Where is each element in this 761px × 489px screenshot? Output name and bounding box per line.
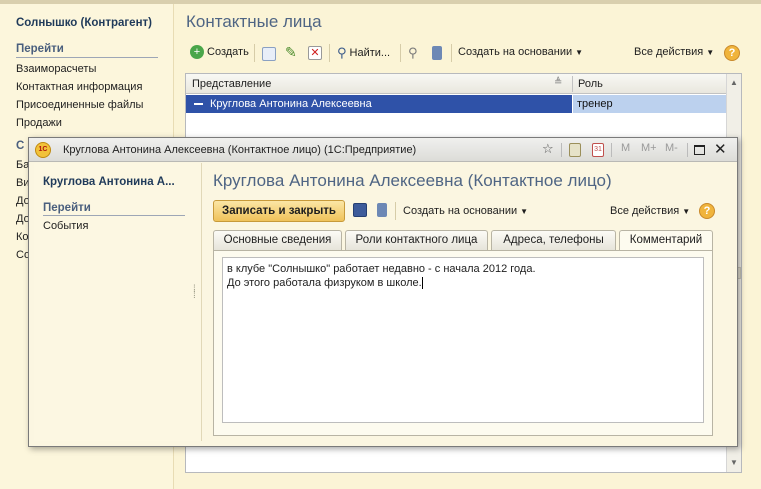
tab-basic-info[interactable]: Основные сведения <box>213 230 342 250</box>
toolbar-divider <box>329 44 330 62</box>
chevron-down-icon: ▼ <box>706 47 715 57</box>
copy-icon[interactable] <box>262 47 276 61</box>
all-actions-button[interactable]: Все действия ▼ <box>634 46 714 58</box>
comment-line: До этого работала физруком в школе. <box>227 276 699 290</box>
memory-button[interactable]: M <box>621 142 630 154</box>
column-header-representation[interactable]: Представление <box>192 78 271 90</box>
help-icon[interactable]: ? <box>699 203 715 219</box>
table-cell-name: Круглова Антонина Алексеевна <box>186 95 572 113</box>
create-based-on-button[interactable]: Создать на основании ▼ <box>403 205 528 217</box>
nav-item-settlements[interactable]: Взаиморасчеты <box>16 63 96 75</box>
app-logo-icon: 1С <box>35 142 51 158</box>
nav-item-attached-files[interactable]: Присоединенные файлы <box>16 99 143 111</box>
comment-line: в клубе "Солнышко" работает недавно - с … <box>227 263 536 275</box>
toolbar-divider <box>400 44 401 62</box>
front-sidebar-title: Круглова Антонина А... <box>43 176 175 188</box>
toolbar-divider <box>395 202 396 220</box>
front-nav-section-divider <box>43 215 185 216</box>
save-and-close-button[interactable]: Записать и закрыть <box>213 200 345 222</box>
back-nav-section-divider <box>16 57 158 58</box>
chevron-down-icon: ▼ <box>682 206 691 216</box>
create-button-label: Создать <box>207 46 249 58</box>
column-header-role[interactable]: Роль <box>578 78 603 90</box>
front-page-title: Круглова Антонина Алексеевна (Контактное… <box>213 171 612 190</box>
comment-line-text: До этого работала физруком в школе. <box>227 277 422 289</box>
create-based-on-label: Создать на основании <box>458 46 573 58</box>
create-based-on-button[interactable]: Создать на основании ▼ <box>458 46 583 58</box>
chevron-down-icon: ▼ <box>575 47 584 57</box>
scroll-up-icon[interactable]: ▲ <box>730 78 738 87</box>
find-button[interactable]: ⚲ Найти... <box>337 45 390 61</box>
tab-contact-roles[interactable]: Роли контактного лица <box>345 230 488 250</box>
all-actions-button[interactable]: Все действия ▼ <box>610 205 690 217</box>
plus-icon: + <box>190 45 204 59</box>
maximize-icon[interactable] <box>694 145 705 155</box>
comment-textarea[interactable]: в клубе "Солнышко" работает недавно - с … <box>222 257 704 423</box>
front-nav-section-title: Перейти <box>43 202 91 214</box>
close-icon[interactable]: ✕ <box>714 140 727 158</box>
nav-item-events[interactable]: События <box>43 220 88 232</box>
window-titlebar[interactable]: 1С Круглова Антонина Алексеевна (Контакт… <box>29 138 737 162</box>
table-cell-role: тренер <box>573 95 726 113</box>
sort-icon[interactable]: ≜ <box>554 77 562 88</box>
all-actions-label: Все действия <box>634 46 704 58</box>
filter-icon[interactable]: ⚲ <box>408 45 418 61</box>
contact-person-window: 1С Круглова Антонина Алексеевна (Контакт… <box>28 137 738 447</box>
create-button[interactable]: + Создать <box>190 45 249 59</box>
column-divider <box>572 76 573 92</box>
back-page-title: Контактные лица <box>186 12 322 31</box>
tab-comment[interactable]: Комментарий <box>619 230 713 251</box>
list-settings-icon[interactable] <box>432 46 442 60</box>
memory-minus-button[interactable]: M- <box>665 142 678 154</box>
titlebar-divider <box>611 143 612 157</box>
resize-grip-icon[interactable]: ⁞ ⁞ <box>193 285 196 301</box>
window-title: Круглова Антонина Алексеевна (Контактное… <box>63 144 417 156</box>
nav-item-sales[interactable]: Продажи <box>16 117 62 129</box>
memory-plus-button[interactable]: M+ <box>641 142 657 154</box>
toolbar-divider <box>451 44 452 62</box>
back-hidden-section-title: С <box>16 140 25 152</box>
calendar-icon[interactable]: 31 <box>592 143 604 157</box>
save-icon[interactable] <box>353 203 367 217</box>
nav-item-hidden-5[interactable]: Ко <box>16 231 29 243</box>
text-cursor <box>421 277 423 290</box>
delete-icon[interactable]: ✕ <box>308 46 322 60</box>
create-based-on-label: Создать на основании <box>403 205 518 217</box>
front-sidebar: Круглова Антонина А... Перейти События ⁞… <box>34 163 202 441</box>
back-sidebar-title: Солнышко (Контрагент) <box>16 17 152 29</box>
find-button-label: Найти... <box>349 47 391 59</box>
chevron-down-icon: ▼ <box>520 206 529 216</box>
titlebar-divider <box>687 143 688 157</box>
calculator-icon[interactable] <box>569 143 581 157</box>
all-actions-label: Все действия <box>610 205 680 217</box>
tab-panel-comment: в клубе "Солнышко" работает недавно - с … <box>213 250 713 436</box>
back-nav-section-title: Перейти <box>16 43 64 55</box>
list-settings-icon[interactable] <box>377 203 387 217</box>
magnifier-icon: ⚲ <box>337 45 347 60</box>
edit-icon[interactable]: ✎ <box>285 44 297 61</box>
table-header: Представление ≜ Роль <box>186 74 741 94</box>
favorite-star-icon[interactable]: ☆ <box>542 141 554 157</box>
nav-item-contact-info[interactable]: Контактная информация <box>16 81 142 93</box>
scroll-down-icon[interactable]: ▼ <box>730 458 738 467</box>
row-name-text: Круглова Антонина Алексеевна <box>210 98 372 110</box>
table-row[interactable]: Круглова Антонина Алексеевна тренер <box>186 95 726 113</box>
help-icon[interactable]: ? <box>724 45 740 61</box>
tab-addresses-phones[interactable]: Адреса, телефоны <box>491 230 616 250</box>
toolbar-divider <box>254 44 255 62</box>
collapse-icon <box>194 103 203 105</box>
titlebar-divider <box>561 143 562 157</box>
